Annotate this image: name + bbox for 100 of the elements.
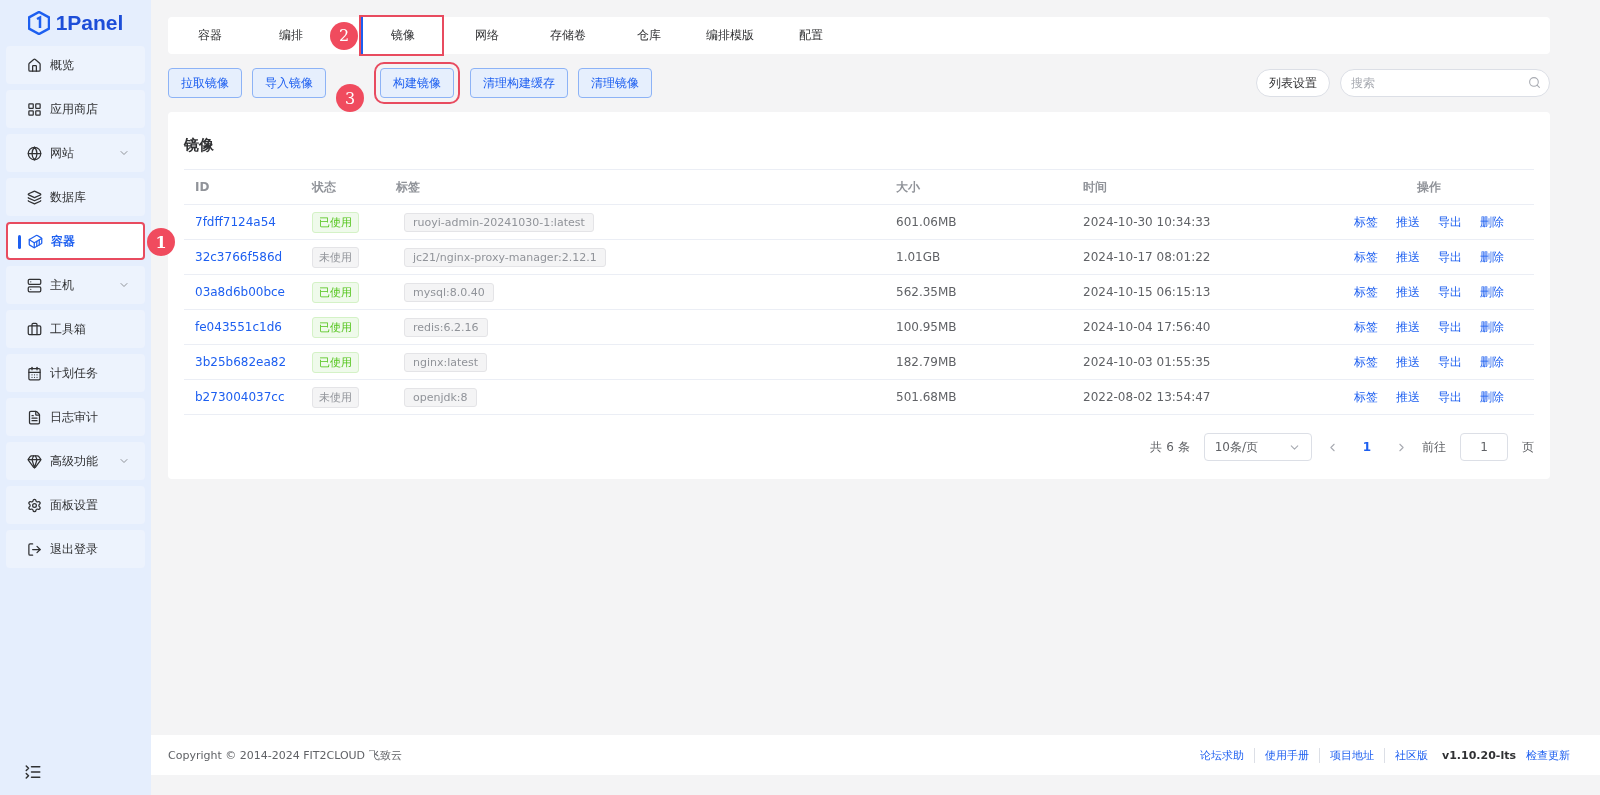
footer-link[interactable]: 使用手册 (1254, 747, 1320, 763)
sidebar-item[interactable]: 计划任务 (6, 354, 145, 392)
tab[interactable]: 仓库 (607, 17, 688, 54)
action-link[interactable]: 删除 (1479, 353, 1504, 371)
tab[interactable]: 存储卷 (526, 17, 607, 54)
page-number[interactable]: 1 (1352, 440, 1381, 454)
image-tag: mysql:8.0.40 (404, 282, 494, 302)
image-tag: redis:6.2.16 (404, 317, 488, 337)
sidebar-item[interactable]: 日志审计 (6, 398, 145, 436)
action-link[interactable]: 推送 (1395, 388, 1420, 406)
action-link[interactable]: 删除 (1479, 213, 1504, 231)
annotation-number: 1 (147, 228, 175, 256)
tab[interactable]: 网络 (445, 17, 526, 54)
table-cell: 2024-10-04 17:56:40 (1072, 310, 1312, 345)
image-id-link[interactable]: 7fdff7124a54 (195, 215, 276, 229)
action-link[interactable]: 标签 (1353, 318, 1378, 336)
tab[interactable]: 容器 (168, 17, 249, 54)
app-logo: 1Panel (6, 0, 145, 46)
action-link[interactable]: 删除 (1479, 283, 1504, 301)
tab[interactable]: 编排 (249, 17, 330, 54)
action-link[interactable]: 删除 (1479, 388, 1504, 406)
table-cell: 100.95MB (885, 310, 1072, 345)
image-id-link[interactable]: 03a8d6b00bce (195, 285, 285, 299)
action-link[interactable]: 推送 (1395, 248, 1420, 266)
action-link[interactable]: 推送 (1395, 213, 1420, 231)
action-link[interactable]: 标签 (1353, 213, 1378, 231)
menu-icon (27, 365, 42, 381)
toolbar-button[interactable]: 清理镜像 (578, 68, 652, 98)
table-cell: 2022-08-02 13:54:47 (1072, 380, 1312, 415)
annotation-number: 2 (330, 21, 358, 50)
column-header: 状态 (301, 170, 385, 205)
image-id-link[interactable]: 32c3766f586d (195, 250, 283, 264)
footer-link[interactable]: 项目地址 (1319, 747, 1385, 763)
menu-icon (27, 277, 42, 293)
image-tag: ruoyi-admin-20241030-1:latest (404, 212, 594, 232)
sidebar-item[interactable]: 数据库 (6, 178, 145, 216)
status-tag: 已使用 (312, 351, 359, 373)
toolbar-button[interactable]: 拉取镜像 (168, 68, 242, 98)
search-field[interactable]: 搜索 (1340, 69, 1550, 97)
action-link[interactable]: 推送 (1395, 353, 1420, 371)
menu-icon (27, 497, 42, 513)
menu-icon (28, 233, 43, 249)
image-tag: openjdk:8 (404, 387, 477, 407)
goto-page-field[interactable]: 1 (1460, 433, 1508, 461)
toolbar-button[interactable]: 导入镜像 (252, 68, 326, 98)
action-link[interactable]: 标签 (1353, 283, 1378, 301)
sidebar-item[interactable]: 概览 (6, 46, 145, 84)
action-link[interactable]: 导出 (1437, 248, 1462, 266)
table-cell: 2024-10-30 10:34:33 (1072, 205, 1312, 240)
menu-icon (27, 321, 42, 337)
menu-icon (27, 101, 42, 117)
image-id-link[interactable]: 3b25b682ea82 (195, 355, 287, 369)
toolbar-button[interactable]: 清理构建缓存 (470, 68, 568, 98)
copyright-text: Copyright © 2014-2024 FIT2CLOUD 飞致云 (168, 747, 402, 763)
action-link[interactable]: 标签 (1353, 388, 1378, 406)
table-cell: 2024-10-03 01:55:35 (1072, 345, 1312, 380)
action-link[interactable]: 删除 (1479, 248, 1504, 266)
list-settings-button[interactable]: 列表设置 (1256, 69, 1330, 97)
action-link[interactable]: 导出 (1437, 283, 1462, 301)
column-header: 时间 (1072, 170, 1312, 205)
image-id-link[interactable]: b273004037cc (195, 390, 285, 404)
sidebar-item[interactable]: 退出登录 (6, 530, 145, 568)
check-update-link[interactable]: 检查更新 (1516, 747, 1580, 763)
column-header: 标签 (385, 170, 885, 205)
sidebar-item[interactable]: 高级功能 (6, 442, 145, 480)
hexagon-logo-icon (27, 11, 50, 35)
menu-icon (27, 453, 42, 469)
tab[interactable]: 配置 (769, 17, 850, 54)
action-link[interactable]: 推送 (1395, 283, 1420, 301)
action-link[interactable]: 导出 (1437, 213, 1462, 231)
action-link[interactable]: 标签 (1353, 353, 1378, 371)
search-icon (1528, 76, 1541, 89)
action-link[interactable]: 删除 (1479, 318, 1504, 336)
sidebar-item[interactable]: 主机 (6, 266, 145, 304)
menu-icon (27, 409, 42, 425)
sidebar-item[interactable]: 网站 (6, 134, 145, 172)
total-count: 共 6 条 (1150, 438, 1190, 456)
footer-link[interactable]: 社区版 (1384, 747, 1439, 763)
footer-link[interactable]: 论坛求助 (1190, 747, 1255, 763)
status-tag: 已使用 (312, 316, 359, 338)
sidebar-item[interactable]: 应用商店 (6, 90, 145, 128)
page-size-select[interactable]: 10条/页 (1203, 433, 1312, 461)
action-link[interactable]: 导出 (1437, 353, 1462, 371)
tab[interactable]: 编排模版 (688, 17, 769, 54)
action-link[interactable]: 推送 (1395, 318, 1420, 336)
menu-icon (27, 189, 42, 205)
menu-collapse-icon[interactable] (24, 763, 42, 781)
page-suffix: 页 (1522, 438, 1534, 456)
table-cell: 501.68MB (885, 380, 1072, 415)
sidebar-item[interactable]: 面板设置 (6, 486, 145, 524)
status-tag: 未使用 (312, 246, 359, 268)
action-link[interactable]: 导出 (1437, 388, 1462, 406)
table-cell: 2024-10-15 06:15:13 (1072, 275, 1312, 310)
table-cell: 562.35MB (885, 275, 1072, 310)
sidebar-item[interactable]: 工具箱 (6, 310, 145, 348)
column-header: 大小 (885, 170, 1072, 205)
status-tag: 已使用 (312, 281, 359, 303)
action-link[interactable]: 导出 (1437, 318, 1462, 336)
action-link[interactable]: 标签 (1353, 248, 1378, 266)
image-id-link[interactable]: fe043551c1d6 (195, 320, 282, 334)
